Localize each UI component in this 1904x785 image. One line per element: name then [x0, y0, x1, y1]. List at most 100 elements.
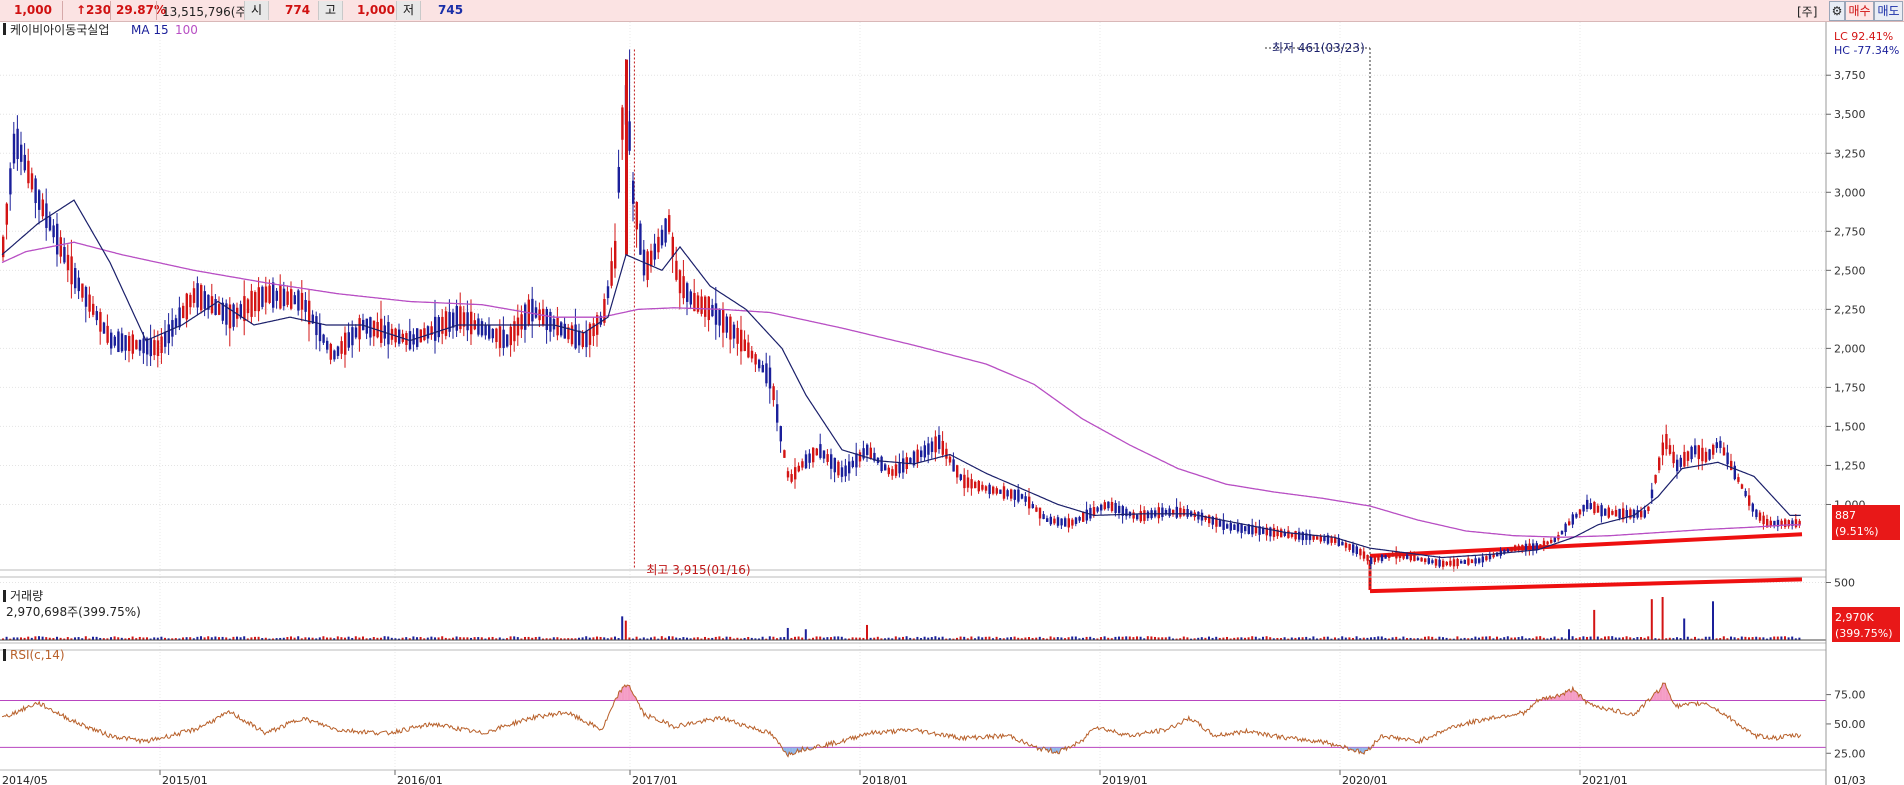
candle-body [1568, 521, 1571, 526]
candle-body [754, 354, 757, 365]
candle-body [646, 251, 649, 280]
candle-body [668, 215, 671, 232]
candle-body [808, 453, 811, 463]
volume-bar [668, 636, 670, 640]
volume-bar [905, 636, 908, 640]
candle-body [855, 453, 858, 468]
candle-body [768, 367, 772, 389]
candle-body [639, 223, 642, 255]
volume-bar [653, 636, 656, 640]
x-tick-label: 2018/01 [862, 774, 908, 785]
volume-bar [336, 636, 339, 640]
candle-body [92, 303, 95, 315]
candle-body [1596, 505, 1600, 513]
candle-body [1650, 489, 1654, 499]
candle-body [963, 474, 966, 489]
candle-body [1575, 513, 1578, 518]
candle-body [729, 316, 732, 340]
volume-bar [894, 636, 897, 640]
candle-body [920, 450, 923, 458]
candle-body [1355, 546, 1358, 555]
volume-bar [1341, 636, 1344, 640]
candle-body [1146, 511, 1150, 519]
candle-body [70, 256, 73, 285]
volume-bar [131, 636, 134, 640]
volume-bar [1625, 636, 1628, 640]
candle-body [779, 426, 782, 442]
candle-body [1719, 440, 1722, 448]
volume-bar [455, 636, 458, 640]
candle-body [1078, 517, 1081, 521]
volume-bar [1074, 636, 1077, 640]
open-value: 774 [285, 3, 311, 17]
candle-body [106, 325, 109, 343]
candle-body [513, 321, 516, 342]
candle-body [1226, 524, 1229, 529]
candle-body [844, 465, 847, 477]
volume-bar [866, 624, 868, 640]
x-tick-label: 2016/01 [397, 774, 443, 785]
candle-body [99, 312, 102, 332]
candle-body [1280, 529, 1283, 538]
candle-body [419, 329, 422, 343]
candle-body [1661, 442, 1664, 456]
candle-body [1438, 559, 1441, 567]
candle-body [995, 488, 998, 494]
volume-bar [1481, 636, 1484, 640]
volume-bar [84, 636, 87, 640]
volume-bar [1683, 618, 1686, 640]
volume-bar [41, 636, 44, 640]
candle-body [930, 441, 934, 452]
buy-button[interactable]: 매수 [1845, 1, 1874, 21]
candle-body [286, 291, 289, 305]
candle-body [1420, 557, 1423, 562]
candle-body [1182, 509, 1186, 516]
candle-body [1593, 502, 1596, 514]
candle-body [1208, 515, 1211, 524]
candle-body [1028, 496, 1031, 509]
candle-body [1377, 557, 1380, 561]
candle-body [1409, 554, 1412, 561]
volume-bar [200, 636, 202, 640]
candle-body [1100, 504, 1103, 511]
candle-body [84, 286, 88, 307]
high-label: 고 [318, 1, 344, 20]
candle-body [444, 311, 448, 336]
volume-bar [1722, 636, 1725, 640]
candle-body [336, 346, 340, 356]
candle-body [1643, 510, 1646, 518]
ma100-legend: 100 [175, 23, 198, 37]
candle-body [1478, 558, 1481, 563]
candle-body [1668, 445, 1672, 454]
candle-body [765, 363, 768, 384]
candle-body [570, 325, 574, 345]
candle-body [254, 292, 257, 312]
sell-button[interactable]: 매도 [1874, 1, 1903, 21]
candle-body [675, 260, 678, 280]
candle-body [794, 467, 797, 480]
candle-body [585, 330, 588, 348]
candle-body [1085, 509, 1088, 521]
candle-body [743, 339, 746, 352]
settings-button[interactable]: ⚙ [1829, 1, 1845, 21]
candle-body [488, 324, 491, 339]
volume-bar [1521, 636, 1524, 640]
volume-bar [1650, 599, 1653, 640]
candle-body [182, 305, 185, 319]
candle-body [1712, 444, 1715, 455]
candle-body [1103, 502, 1106, 510]
volume-bar [585, 636, 588, 640]
price-chart[interactable]: 75.00 50.00 25.00 3,750 3,500 3,250 3,000 2,75… [0, 22, 1904, 785]
candle-body [1474, 558, 1477, 564]
volume-bar [1380, 636, 1383, 640]
candle-body [498, 326, 502, 348]
candle-body [974, 481, 977, 488]
candle-body [894, 464, 898, 476]
x-tick-label: 2015/01 [162, 774, 208, 785]
candle-body [1114, 502, 1117, 513]
volume-bar [1136, 636, 1138, 640]
candle-body [934, 436, 937, 453]
volume-bar [236, 636, 238, 640]
volume-bar [441, 636, 444, 640]
candle-body [606, 286, 610, 299]
